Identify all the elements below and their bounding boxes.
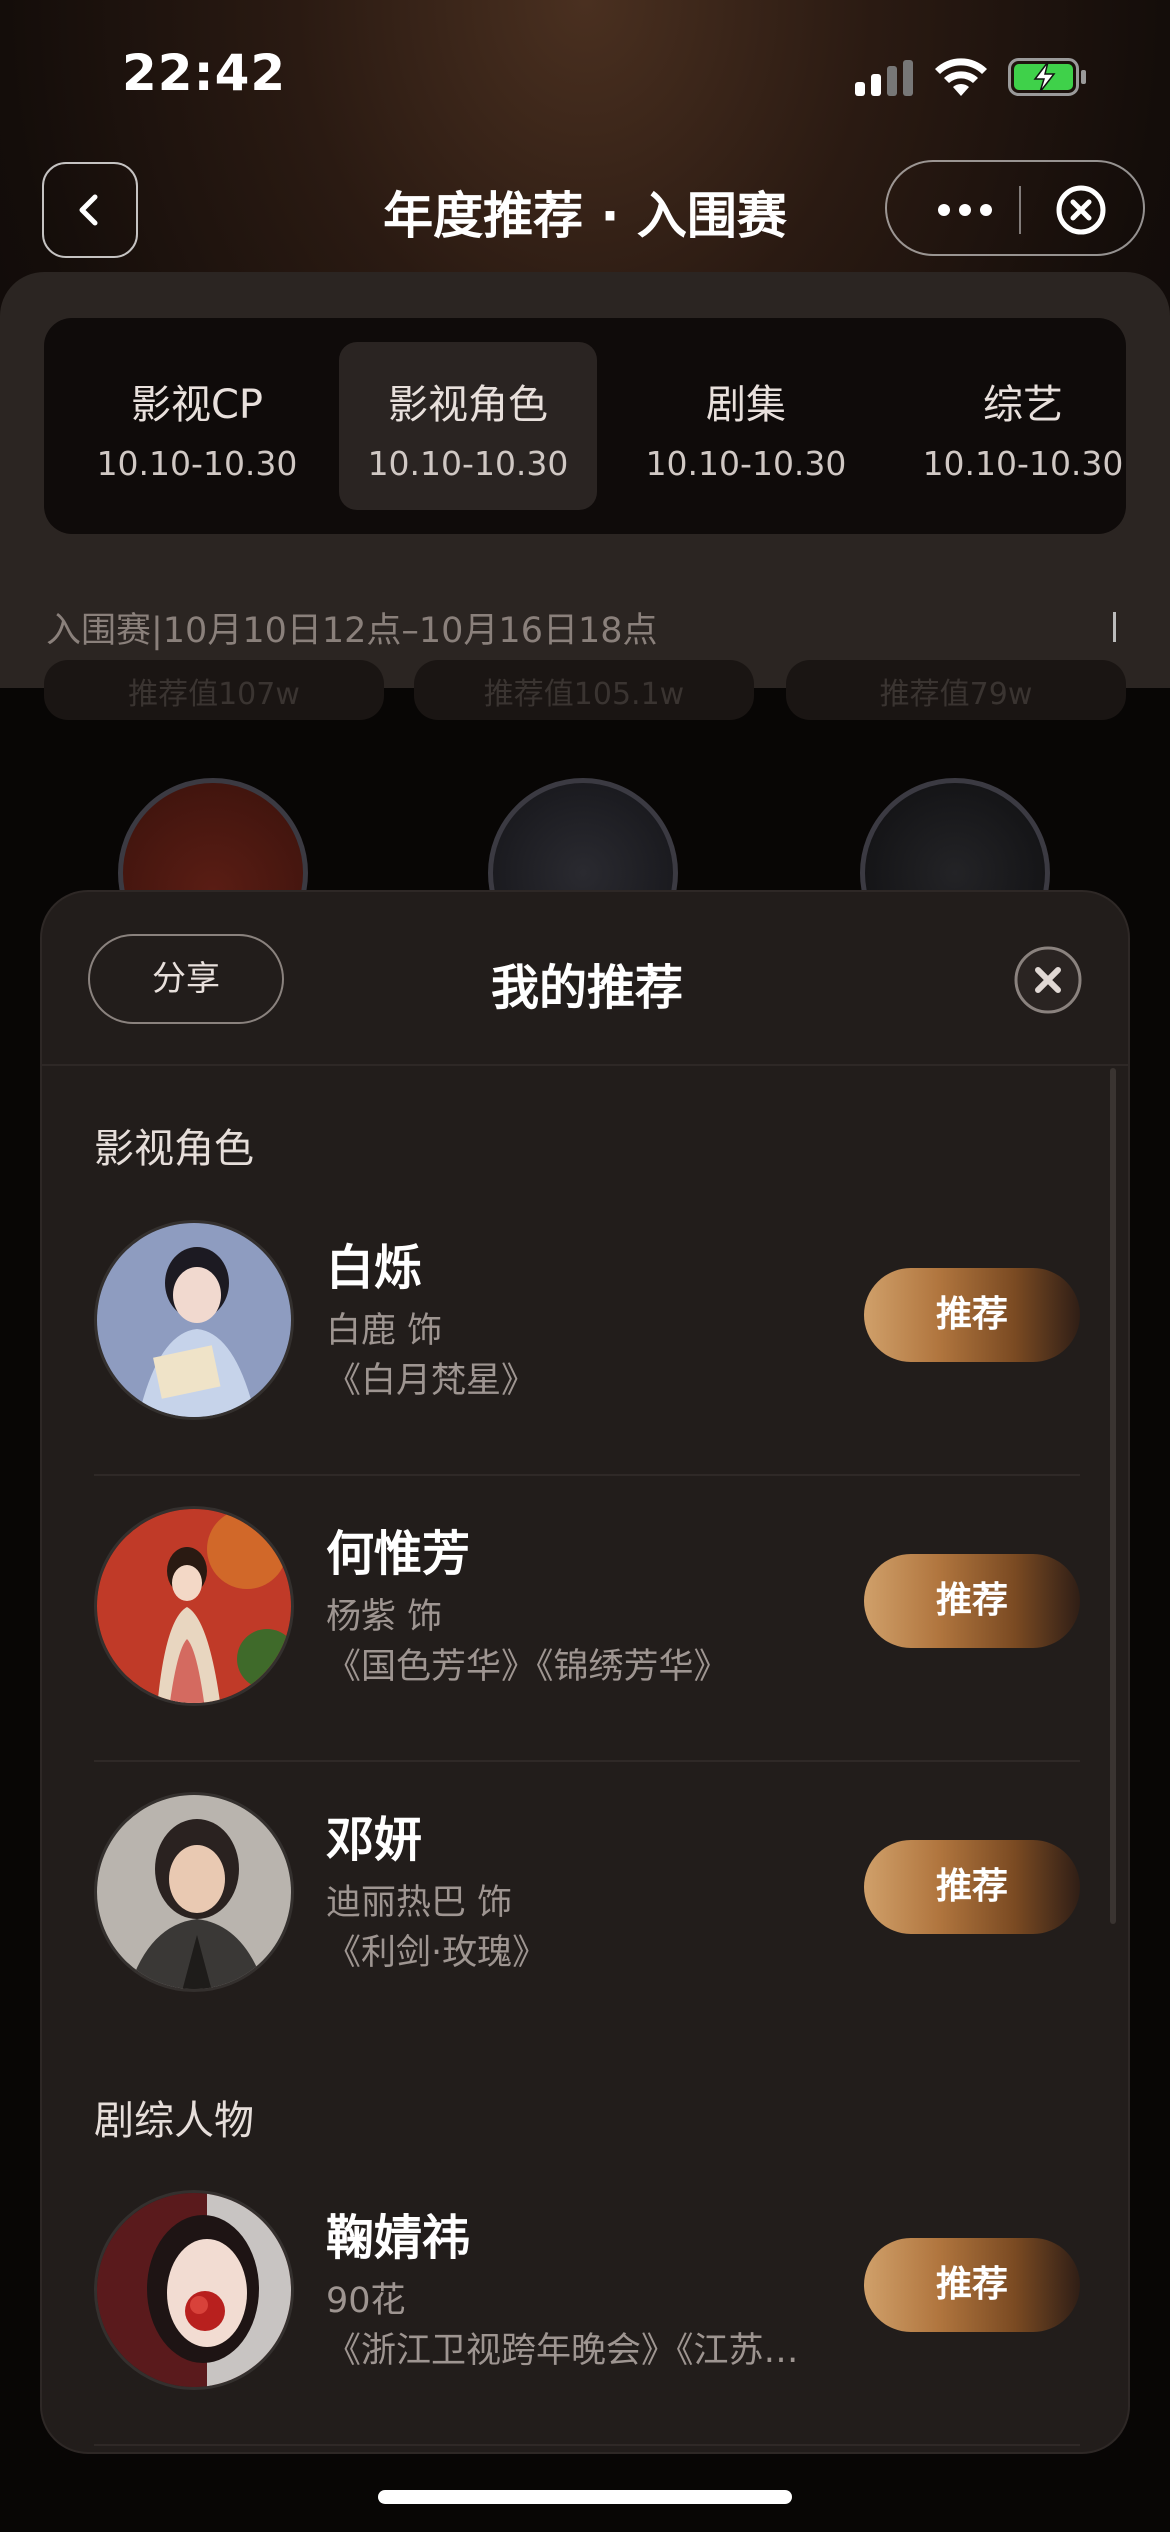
sheet-divider <box>42 1064 1128 1066</box>
battery-charging-icon <box>1008 58 1086 96</box>
tab-series[interactable]: 剧集 10.10-10.30 <box>617 342 875 510</box>
list-item: 鞠婧祎 90花 《浙江卫视跨年晚会》《江苏卫视跨年晚会》 推荐 <box>94 2160 1080 2446</box>
list-item: 白烁 白鹿 饰 《白月梵星》 推荐 <box>94 1190 1080 1476</box>
close-mini-program-button[interactable] <box>1055 184 1107 236</box>
status-time: 22:42 <box>122 44 287 102</box>
tab-label: 影视CP <box>130 382 264 428</box>
capsule-separator <box>1019 186 1021 234</box>
section-title-film-role: 影视角色 <box>94 1126 254 1172</box>
wifi-icon <box>935 58 987 96</box>
tab-label: 剧集 <box>706 382 786 428</box>
actor-text: 杨紫 饰 <box>326 1597 443 1637</box>
list-item: 何惟芳 杨紫 饰 《国色芳华》《锦绣芳华》 推荐 <box>94 1476 1080 1762</box>
background-card-value: 推荐值105.1w <box>483 677 685 712</box>
role-name: 何惟芳 <box>326 1526 471 1582</box>
scroll-hint-mark <box>1110 612 1116 642</box>
avatar <box>94 2190 294 2390</box>
mini-program-capsule <box>885 160 1145 256</box>
background-ranking-card: 推荐值79w <box>786 660 1126 720</box>
sheet-title: 我的推荐 <box>490 960 683 1016</box>
tab-date: 10.10-10.30 <box>922 444 1124 483</box>
category-tabs: 影视CP 10.10-10.30 影视角色 10.10-10.30 剧集 10.… <box>44 318 1126 534</box>
tab-date: 10.10-10.30 <box>367 444 569 483</box>
cellular-signal-icon <box>855 60 915 96</box>
list-item: 邓妍 迪丽热巴 饰 《利剑·玫瑰》 推荐 <box>94 1762 1080 2048</box>
actor-text: 迪丽热巴 饰 <box>326 1883 513 1923</box>
works-text: 《浙江卫视跨年晚会》《江苏卫视跨年晚会》 <box>326 2331 806 2371</box>
role-name: 白烁 <box>326 1240 423 1296</box>
tab-film-role[interactable]: 影视角色 10.10-10.30 <box>339 342 597 510</box>
avatar <box>94 1792 294 1992</box>
recommend-button[interactable]: 推荐 <box>864 1840 1080 1934</box>
recommend-button[interactable]: 推荐 <box>864 1268 1080 1362</box>
row-divider <box>94 2444 1080 2446</box>
tab-variety[interactable]: 综艺 10.10-10.30 <box>894 342 1126 510</box>
scrollbar[interactable] <box>1110 1068 1116 1924</box>
role-name: 邓妍 <box>326 1812 423 1868</box>
actor-text: 90花 <box>326 2281 406 2321</box>
status-bar: 22:42 <box>0 0 1170 150</box>
background-card-value: 推荐值107w <box>128 677 300 712</box>
more-dots-icon <box>938 204 950 216</box>
works-text: 《利剑·玫瑰》 <box>326 1933 548 1973</box>
my-recommendations-sheet: 分享 我的推荐 影视角色 白烁 白鹿 饰 《白月梵星》 推荐 何惟芳 杨紫 饰 … <box>40 890 1130 2454</box>
background-ranking-card: 推荐值105.1w <box>414 660 754 720</box>
close-sheet-button[interactable] <box>1014 946 1082 1014</box>
section-title-variety-person: 剧综人物 <box>94 2098 254 2144</box>
navigation-bar: 年度推荐 · 入围赛 <box>0 158 1170 258</box>
avatar <box>94 1220 294 1420</box>
recommend-button[interactable]: 推荐 <box>864 1554 1080 1648</box>
background-card-value: 推荐值79w <box>879 677 1033 712</box>
race-schedule-text: 入围赛|10月10日12点–10月16日18点 <box>46 611 658 651</box>
role-name: 鞠婧祎 <box>326 2210 471 2266</box>
tab-label: 综艺 <box>983 382 1063 428</box>
works-text: 《国色芳华》《锦绣芳华》 <box>326 1647 729 1687</box>
tab-label: 影视角色 <box>388 382 548 428</box>
avatar <box>94 1506 294 1706</box>
recommend-button[interactable]: 推荐 <box>864 2238 1080 2332</box>
works-text: 《白月梵星》 <box>326 1361 537 1401</box>
home-indicator[interactable] <box>378 2490 792 2504</box>
background-ranking-card: 推荐值107w <box>44 660 384 720</box>
tab-date: 10.10-10.30 <box>96 444 298 483</box>
tab-date: 10.10-10.30 <box>645 444 847 483</box>
actor-text: 白鹿 饰 <box>326 1311 443 1351</box>
tab-film-cp[interactable]: 影视CP 10.10-10.30 <box>68 342 326 510</box>
more-button[interactable] <box>925 162 1005 258</box>
